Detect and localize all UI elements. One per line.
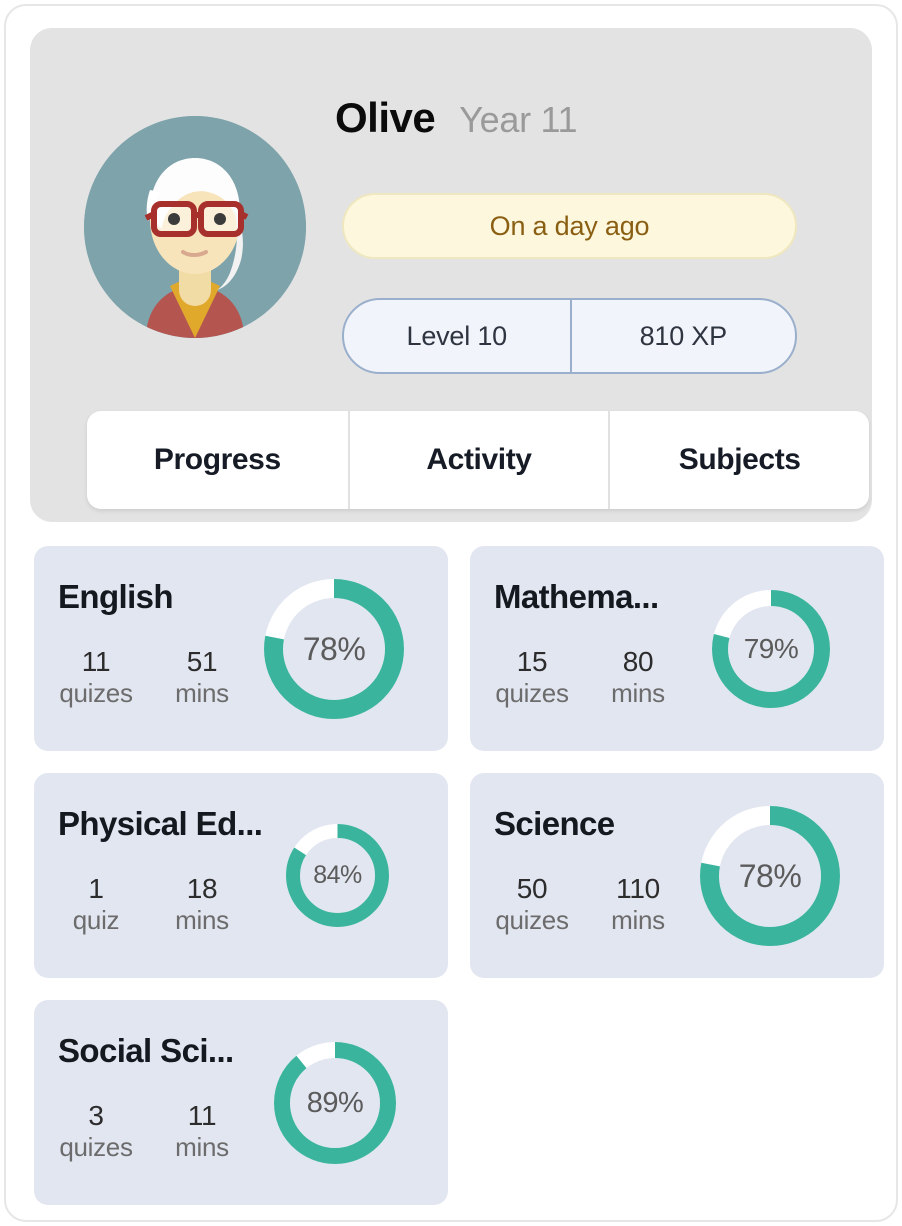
stat-quizzes-value: 3	[88, 1100, 104, 1131]
tab-activity[interactable]: Activity	[347, 411, 609, 509]
stat-mins-label: mins	[611, 678, 665, 709]
student-name: Olive	[335, 94, 436, 141]
tab-subjects[interactable]: Subjects	[608, 411, 869, 509]
student-year: Year 11	[459, 99, 578, 140]
level-segment[interactable]: Level 10	[344, 300, 570, 372]
progress-percent-label: 78%	[738, 857, 802, 894]
stat-mins-label: mins	[611, 905, 665, 936]
stat-mins-label: mins	[175, 678, 229, 709]
progress-percent-label: 89%	[306, 1086, 364, 1119]
stat-mins-label: mins	[175, 1132, 229, 1163]
student-avatar-icon	[84, 116, 306, 338]
level-xp-pill[interactable]: Level 10 810 XP	[342, 298, 797, 374]
subject-card[interactable]: Science 50 quizes 110 mins 78%	[470, 773, 884, 978]
stat-mins-value: 80	[622, 646, 654, 677]
stat-quizzes: 11 quizes	[58, 646, 134, 709]
progress-donut: 84%	[286, 824, 389, 927]
subject-stats: 11 quizes 51 mins	[58, 646, 240, 709]
stat-quizzes: 3 quizes	[58, 1100, 134, 1163]
stat-quizzes-label: quizes	[495, 678, 569, 709]
stat-mins-value: 51	[186, 646, 218, 677]
subject-card-grid: English 11 quizes 51 mins 78% Mathema... 15 quiz…	[34, 546, 884, 1205]
subject-title: Mathema...	[494, 578, 659, 615]
subject-title: English	[58, 578, 174, 615]
subject-stats: 15 quizes 80 mins	[494, 646, 676, 709]
stat-quizzes-label: quizes	[59, 678, 133, 709]
progress-donut: 78%	[264, 579, 404, 719]
progress-donut: 78%	[700, 806, 840, 946]
status-badge: On a day ago	[342, 193, 797, 259]
subject-title: Physical Ed...	[58, 805, 263, 842]
subject-card[interactable]: Mathema... 15 quizes 80 mins 79%	[470, 546, 884, 751]
app-frame: Olive Year 11 On a day ago Level 10 810 …	[4, 4, 898, 1222]
tab-progress[interactable]: Progress	[87, 411, 348, 509]
stat-quizzes-label: quizes	[495, 905, 569, 936]
stat-mins-value: 11	[187, 1100, 217, 1131]
stat-quizzes: 1 quiz	[58, 873, 134, 936]
subject-stats: 50 quizes 110 mins	[494, 873, 676, 936]
status-badge-text: On a day ago	[489, 210, 650, 241]
subject-title: Social Sci...	[58, 1032, 234, 1069]
identity-row: Olive Year 11	[335, 94, 578, 142]
stat-quizzes-value: 1	[88, 873, 104, 904]
subject-stats: 3 quizes 11 mins	[58, 1100, 240, 1163]
subject-card[interactable]: English 11 quizes 51 mins 78%	[34, 546, 448, 751]
subject-card[interactable]: Social Sci... 3 quizes 11 mins 89%	[34, 1000, 448, 1205]
progress-percent-label: 79%	[743, 633, 799, 664]
stat-quizzes-label: quiz	[72, 905, 120, 936]
progress-percent-label: 84%	[313, 861, 362, 889]
subject-title: Science	[494, 805, 615, 842]
stat-mins: 80 mins	[600, 646, 676, 709]
stat-mins-value: 110	[616, 873, 660, 904]
stat-quizzes-label: quizes	[59, 1132, 133, 1163]
progress-donut: 79%	[712, 590, 830, 708]
progress-donut: 89%	[274, 1042, 396, 1164]
tab-bar: Progress Activity Subjects	[87, 411, 869, 509]
stat-mins: 18 mins	[164, 873, 240, 936]
subject-card[interactable]: Physical Ed... 1 quiz 18 mins 84%	[34, 773, 448, 978]
stat-quizzes: 15 quizes	[494, 646, 570, 709]
stat-quizzes-value: 11	[81, 646, 111, 677]
stat-mins-label: mins	[175, 905, 229, 936]
stat-mins: 11 mins	[164, 1100, 240, 1163]
stat-quizzes: 50 quizes	[494, 873, 570, 936]
progress-percent-label: 78%	[302, 630, 366, 667]
stat-quizzes-value: 50	[516, 873, 548, 904]
profile-panel: Olive Year 11 On a day ago Level 10 810 …	[30, 28, 872, 522]
stat-mins: 51 mins	[164, 646, 240, 709]
stat-quizzes-value: 15	[516, 646, 548, 677]
stat-mins: 110 mins	[600, 873, 676, 936]
xp-segment[interactable]: 810 XP	[569, 300, 796, 372]
stat-mins-value: 18	[186, 873, 218, 904]
subject-stats: 1 quiz 18 mins	[58, 873, 240, 936]
